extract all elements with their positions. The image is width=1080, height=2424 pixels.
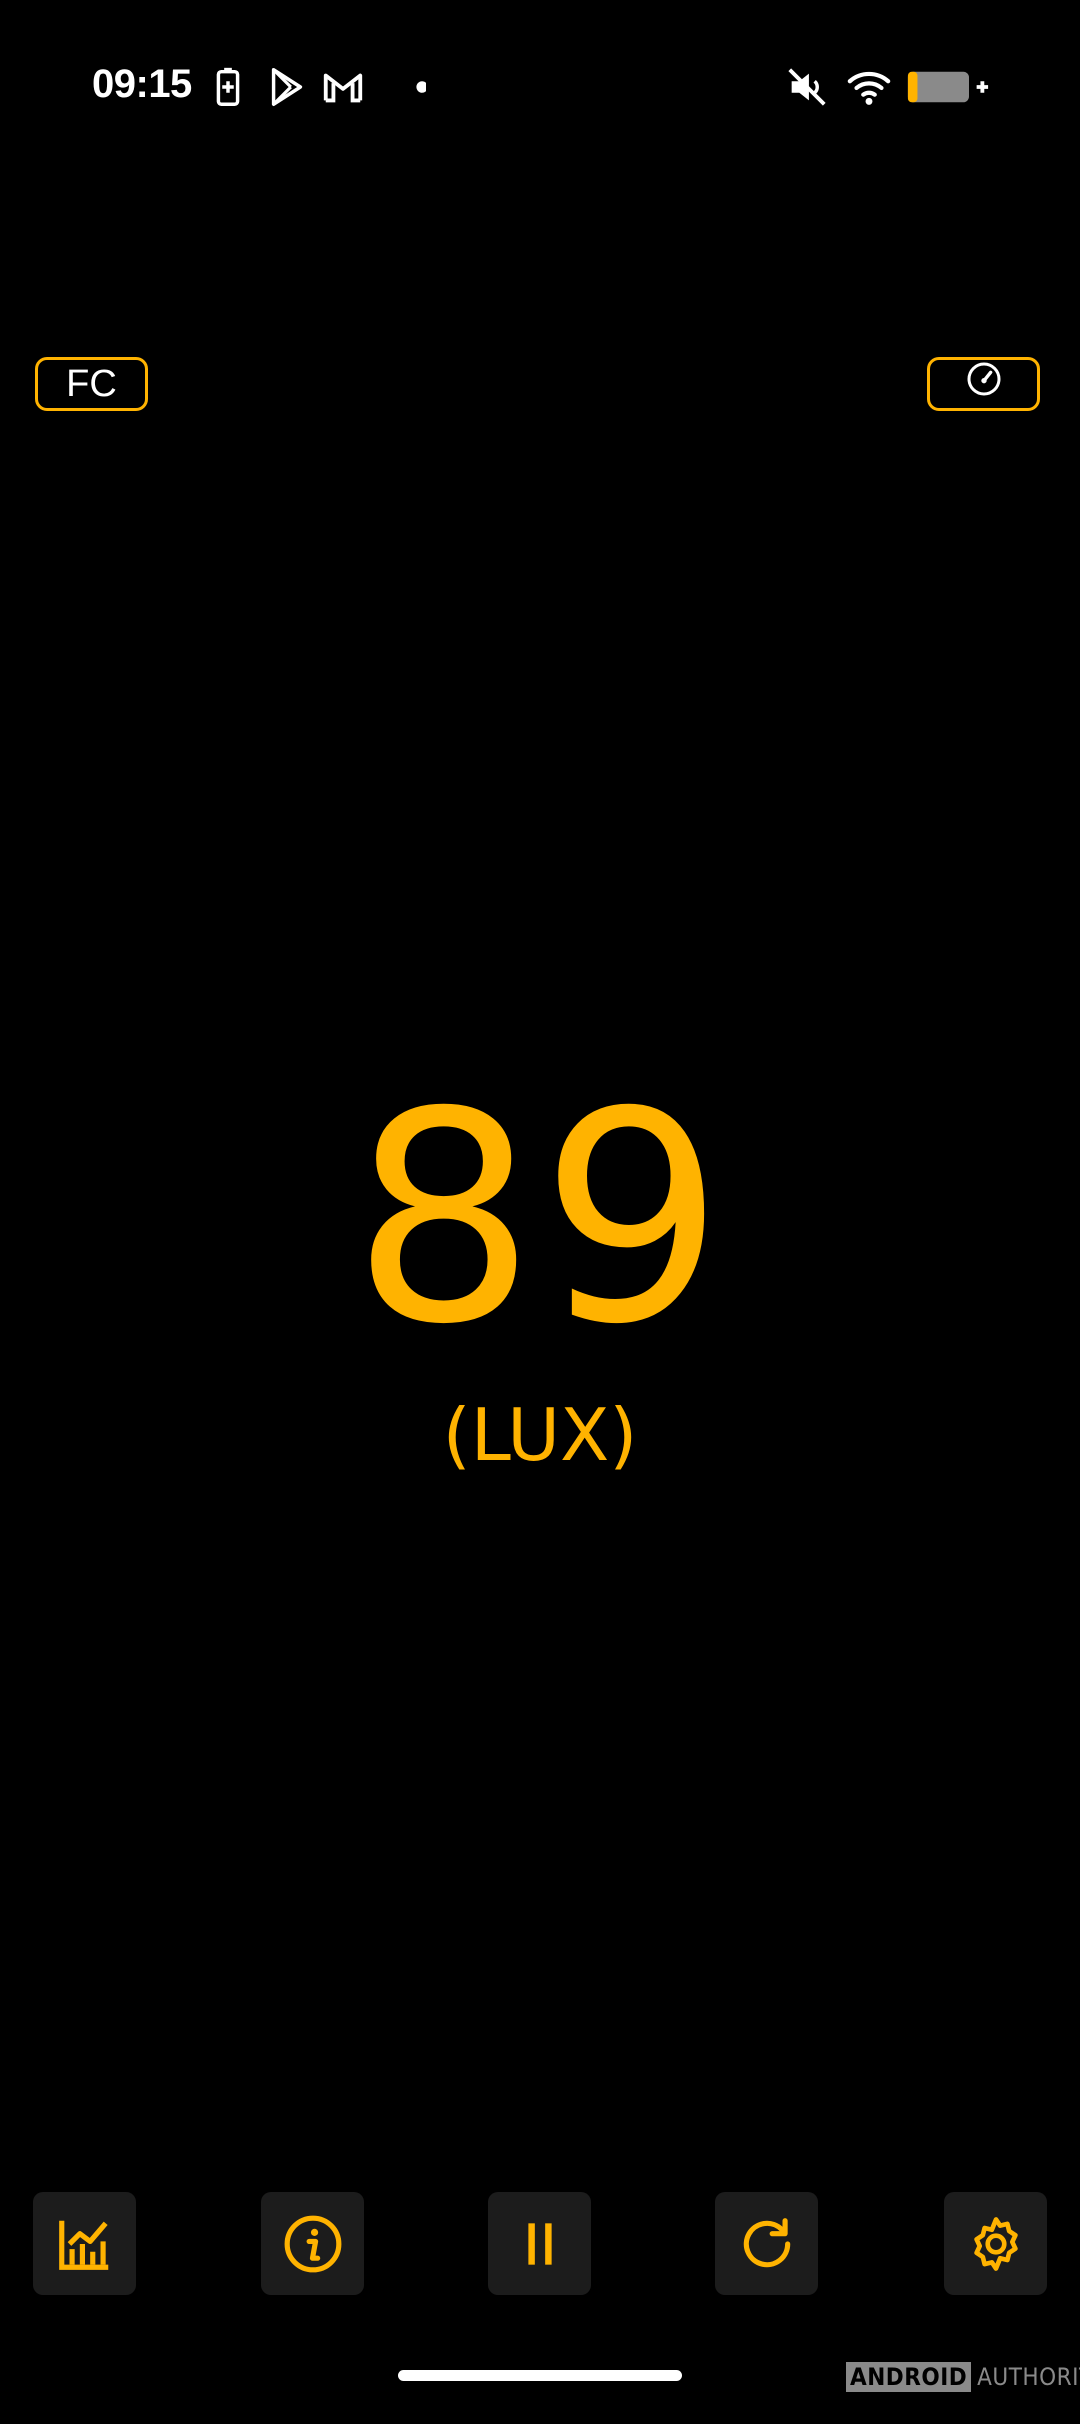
lux-reading-value: 89 xyxy=(351,1051,729,1388)
gear-icon xyxy=(965,2213,1027,2275)
info-icon xyxy=(282,2213,344,2275)
refresh-icon xyxy=(736,2213,798,2275)
mute-icon xyxy=(784,64,830,110)
wifi-icon xyxy=(846,64,892,110)
reset-button[interactable] xyxy=(715,2192,818,2295)
settings-button[interactable] xyxy=(944,2192,1047,2295)
watermark-boxed-text: ANDROID xyxy=(846,2362,972,2392)
info-button[interactable] xyxy=(261,2192,364,2295)
battery-saver-icon xyxy=(205,64,251,110)
unit-toggle-label: FC xyxy=(66,362,117,405)
battery-charging-icon xyxy=(906,64,990,110)
pause-button[interactable] xyxy=(488,2192,591,2295)
pause-icon xyxy=(509,2213,571,2275)
watermark-text: AUTHORITY xyxy=(977,2363,1080,2391)
speedometer-icon xyxy=(964,359,1004,409)
meter-mode-button[interactable] xyxy=(927,357,1040,411)
chart-icon xyxy=(54,2213,116,2275)
home-indicator[interactable] xyxy=(398,2370,682,2381)
play-store-icon xyxy=(264,64,310,110)
status-time: 09:15 xyxy=(92,62,192,106)
status-bar: 09:15 xyxy=(0,0,1080,175)
watermark: ANDROID AUTHORITY xyxy=(846,2362,1080,2392)
notification-dot-icon xyxy=(380,64,426,110)
chart-button[interactable] xyxy=(33,2192,136,2295)
gmail-icon xyxy=(320,64,366,110)
lux-reading-unit: (LUX) xyxy=(442,1393,638,1477)
unit-toggle-button[interactable]: FC xyxy=(35,357,148,411)
